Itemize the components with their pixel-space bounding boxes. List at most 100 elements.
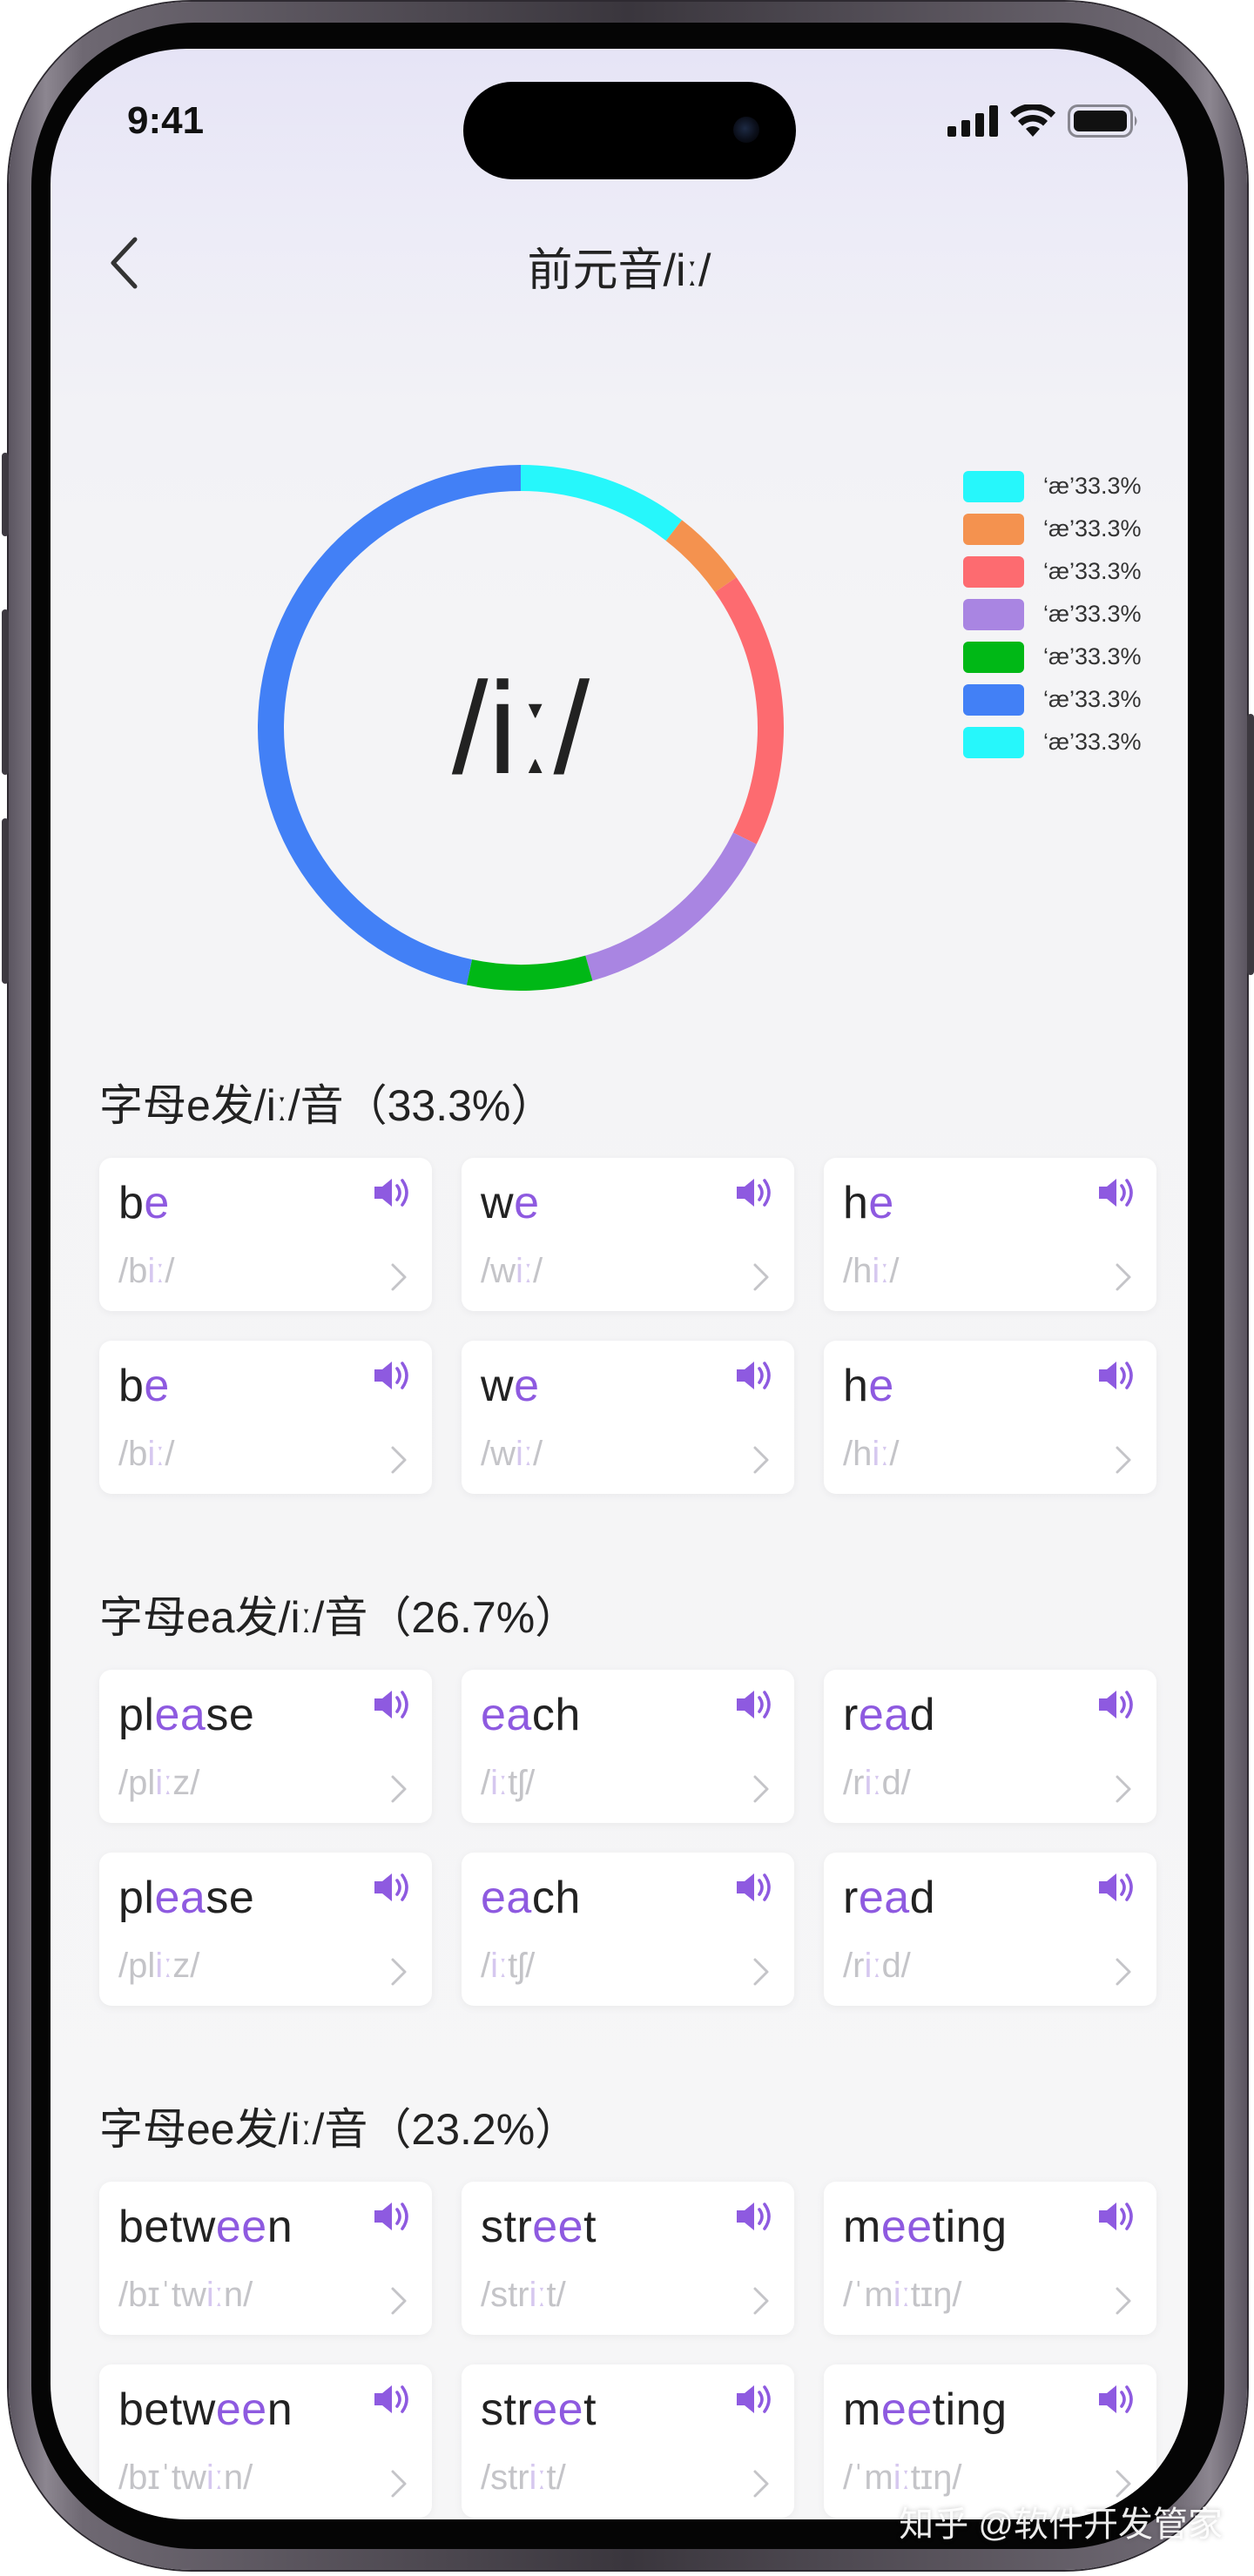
legend-swatch xyxy=(963,513,1024,545)
word-card[interactable]: meeting/ˈmiːtɪŋ/ xyxy=(824,2364,1156,2518)
speaker-icon[interactable] xyxy=(733,1175,775,1214)
word-card[interactable]: each/iːtʃ/ xyxy=(462,1670,794,1823)
word-card[interactable]: be/biː/ xyxy=(99,1341,432,1494)
speaker-icon[interactable] xyxy=(1096,1358,1137,1397)
speaker-icon[interactable] xyxy=(733,1870,775,1909)
highlight-segment: iː xyxy=(490,1947,509,1985)
highlight-segment: iː xyxy=(529,2458,547,2497)
status-time: 9:41 xyxy=(127,99,205,142)
speaker-icon[interactable] xyxy=(1096,2199,1137,2238)
word-card[interactable]: he/hiː/ xyxy=(824,1158,1156,1311)
text-segment: /pl xyxy=(118,1764,156,1802)
battery-icon xyxy=(1068,104,1137,138)
word-card[interactable]: we/wiː/ xyxy=(462,1341,794,1494)
legend-label: ‘æ’33.3% xyxy=(1043,686,1142,712)
chevron-right-icon xyxy=(752,1957,770,1991)
wifi-icon xyxy=(1010,104,1055,137)
speaker-icon[interactable] xyxy=(371,1870,413,1909)
text-segment: ch xyxy=(531,1873,581,1923)
highlight-segment: iː xyxy=(864,1947,882,1985)
text-segment: t xyxy=(583,2202,597,2252)
word-card[interactable]: between/bɪˈtwiːn/ xyxy=(99,2364,432,2518)
speaker-icon[interactable] xyxy=(733,2382,775,2421)
highlight-segment: iː xyxy=(147,1252,165,1290)
phonetic-text: /iːtʃ/ xyxy=(481,1764,535,1803)
text-segment: /w xyxy=(481,1252,516,1290)
word-card[interactable]: each/iːtʃ/ xyxy=(462,1853,794,2006)
legend-swatch xyxy=(963,555,1024,588)
word-card[interactable]: between/bɪˈtwiːn/ xyxy=(99,2182,432,2335)
section-title: 字母ea发/iː/音（26.7%） xyxy=(99,1593,579,1642)
word-text: please xyxy=(118,1689,254,1741)
phonetic-text: /wiː/ xyxy=(481,1435,543,1474)
word-card[interactable]: street/striːt/ xyxy=(462,2182,794,2335)
section-title: 字母e发/iː/音（33.3%） xyxy=(99,1081,555,1130)
speaker-icon[interactable] xyxy=(1096,1175,1137,1214)
highlight-segment: ea xyxy=(154,1873,206,1923)
text-segment: /h xyxy=(843,1252,873,1290)
text-segment: /ˈm xyxy=(843,2276,893,2314)
text-segment: / xyxy=(889,1435,900,1473)
chevron-right-icon xyxy=(390,2469,408,2503)
speaker-icon[interactable] xyxy=(371,2199,413,2238)
phonetic-text: /biː/ xyxy=(118,1435,174,1474)
highlight-segment: ee xyxy=(532,2384,584,2435)
text-segment: n/ xyxy=(223,2276,253,2314)
speaker-icon[interactable] xyxy=(1096,1870,1137,1909)
text-segment: /b xyxy=(118,1435,148,1473)
volume-up-button xyxy=(2,609,9,775)
speaker-icon[interactable] xyxy=(371,1687,413,1726)
word-text: each xyxy=(481,1689,581,1741)
text-segment: /ˈm xyxy=(843,2458,893,2497)
highlight-segment: iː xyxy=(864,1764,882,1802)
word-text: be xyxy=(118,1177,170,1229)
speaker-icon[interactable] xyxy=(371,1358,413,1397)
chart-center-label: /iː/ xyxy=(452,655,590,801)
word-text: meeting xyxy=(843,2384,1008,2436)
speaker-icon[interactable] xyxy=(371,2382,413,2421)
text-segment: / xyxy=(533,1435,543,1473)
text-segment: b xyxy=(118,1361,145,1411)
word-card[interactable]: please/pliːz/ xyxy=(99,1670,432,1823)
speaker-icon[interactable] xyxy=(733,1687,775,1726)
donut-slice-1 xyxy=(521,465,683,541)
text-segment: t/ xyxy=(546,2276,566,2314)
text-segment: w xyxy=(481,1361,515,1411)
chevron-right-icon xyxy=(752,1774,770,1808)
word-card[interactable]: please/pliːz/ xyxy=(99,1853,432,2006)
highlight-segment: ee xyxy=(880,2384,933,2435)
word-text: we xyxy=(481,1177,539,1229)
page-title: 前元音/iː/ xyxy=(527,245,711,296)
word-card[interactable]: we/wiː/ xyxy=(462,1158,794,1311)
text-segment: n/ xyxy=(223,2458,253,2497)
text-segment: n xyxy=(266,2202,293,2252)
speaker-icon[interactable] xyxy=(733,2199,775,2238)
word-card[interactable]: read/riːd/ xyxy=(824,1853,1156,2006)
highlight-segment: ee xyxy=(532,2202,584,2252)
speaker-icon[interactable] xyxy=(733,1358,775,1397)
text-segment: tʃ/ xyxy=(508,1764,536,1802)
text-segment: betw xyxy=(118,2384,216,2435)
speaker-icon[interactable] xyxy=(371,1175,413,1214)
phonetic-text: /riːd/ xyxy=(843,1947,911,1986)
word-card[interactable]: be/biː/ xyxy=(99,1158,432,1311)
speaker-icon[interactable] xyxy=(1096,1687,1137,1726)
speaker-icon[interactable] xyxy=(1096,2382,1137,2421)
word-card[interactable]: he/hiː/ xyxy=(824,1341,1156,1494)
word-card[interactable]: street/striːt/ xyxy=(462,2364,794,2518)
front-camera xyxy=(733,117,759,143)
highlight-segment: ea xyxy=(481,1873,532,1923)
word-card[interactable]: meeting/ˈmiːtɪŋ/ xyxy=(824,2182,1156,2335)
phonetic-text: /biː/ xyxy=(118,1252,174,1291)
word-card[interactable]: read/riːd/ xyxy=(824,1670,1156,1823)
phonetic-text: /striːt/ xyxy=(481,2458,566,2498)
word-text: please xyxy=(118,1872,254,1924)
legend-item: ‘æ’33.3% xyxy=(963,508,1142,550)
volume-down-button xyxy=(2,818,9,984)
legend-label: ‘æ’33.3% xyxy=(1043,601,1142,627)
text-segment: / xyxy=(165,1435,175,1473)
phonetic-text: /hiː/ xyxy=(843,1435,899,1474)
word-card-grid: be/biː/we/wiː/he/hiː/be/biː/we/wiː/he/hi… xyxy=(99,1158,1156,1494)
text-segment: tɪŋ/ xyxy=(910,2458,962,2497)
highlight-segment: iː xyxy=(516,1252,533,1290)
